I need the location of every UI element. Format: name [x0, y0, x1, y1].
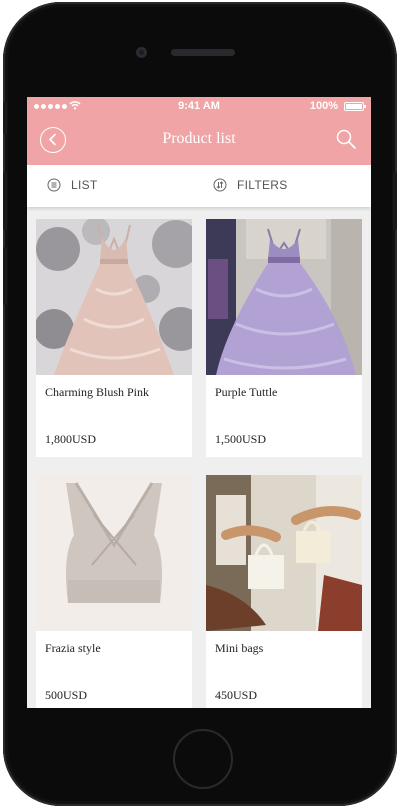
filters-label: FILTERS [237, 178, 288, 192]
product-price: 1,800USD [45, 432, 97, 446]
view-toolbar: LIST FILTERS [27, 165, 371, 207]
product-card[interactable]: Purple Tuttle 1,500USD [206, 219, 362, 457]
battery-percent: 100% [309, 100, 338, 112]
status-bar: 9:41 AM 100% [27, 97, 371, 117]
product-name: Mini bags [215, 641, 264, 655]
product-image [206, 219, 362, 375]
product-image [36, 475, 192, 631]
product-name: Frazia style [45, 641, 101, 655]
list-icon [47, 178, 61, 192]
list-label: LIST [71, 178, 98, 192]
filter-sort-icon [213, 178, 227, 192]
list-view-button[interactable]: LIST [47, 178, 98, 192]
volume-down-button [3, 247, 7, 305]
product-price: 1,500USD [215, 432, 267, 446]
power-button [393, 172, 397, 230]
product-card[interactable]: Charming Blush Pink 1,800USD [36, 219, 192, 457]
battery-icon [344, 102, 366, 111]
mute-switch [3, 102, 7, 134]
search-icon[interactable] [335, 128, 357, 150]
filters-button[interactable]: FILTERS [213, 178, 288, 192]
product-card[interactable]: Mini bags 450USD [206, 475, 362, 708]
page-title: Product list [162, 130, 236, 147]
home-button[interactable] [173, 729, 233, 789]
app-header: Product list [27, 117, 371, 165]
volume-up-button [3, 172, 7, 230]
product-card[interactable]: Frazia style 500USD [36, 475, 192, 708]
app-screen: 9:41 AM 100% Product list LIST FILTERS C… [27, 97, 371, 708]
product-price: 500USD [45, 688, 88, 702]
front-camera [136, 47, 147, 58]
product-name: Purple Tuttle [215, 385, 278, 399]
product-name: Charming Blush Pink [45, 385, 150, 399]
product-image [206, 475, 362, 631]
earpiece-speaker [171, 49, 235, 56]
product-price: 450USD [215, 688, 258, 702]
product-image [36, 219, 192, 375]
